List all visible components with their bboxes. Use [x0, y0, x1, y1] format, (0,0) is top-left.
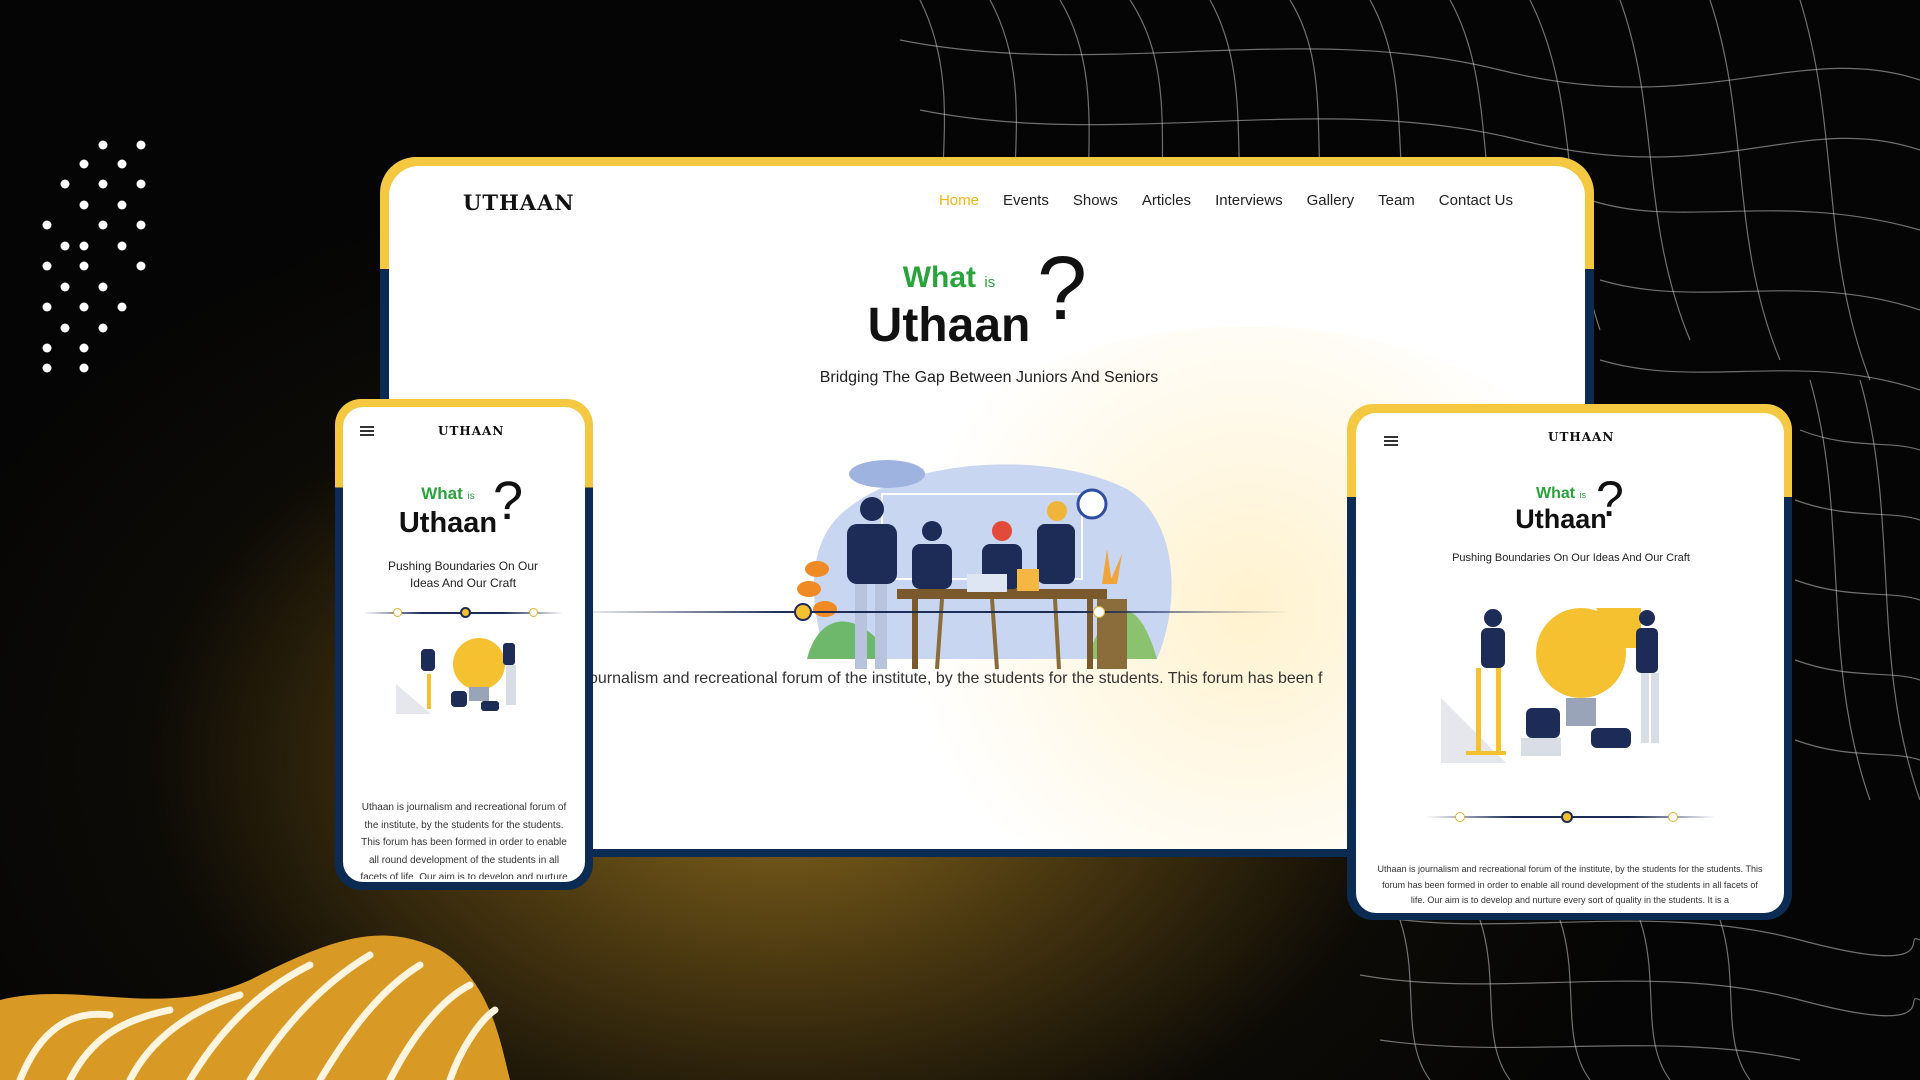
hero-tagline: Pushing Boundaries On Our Ideas And Our …: [387, 559, 539, 590]
hero-tagline: Pushing Boundaries On Our Ideas And Our …: [1452, 552, 1690, 564]
hero-tagline: Bridging The Gap Between Juniors And Sen…: [819, 369, 1159, 386]
nav-team[interactable]: Team: [1378, 192, 1415, 209]
heading-is: is: [467, 491, 475, 502]
lightbulb-illustration: [396, 638, 516, 714]
hamburger-menu-icon[interactable]: [360, 426, 374, 436]
carousel-dot[interactable]: [1668, 812, 1678, 822]
heading-what: What: [1535, 485, 1576, 502]
carousel-dot-active[interactable]: [1561, 811, 1573, 823]
nav-menu: Home Events Shows Articles Interviews Ga…: [939, 192, 1513, 209]
desktop-navbar: UTHAAN Home Events Shows Articles Interv…: [389, 166, 1585, 238]
heading-is: is: [984, 274, 996, 291]
carousel-track: [569, 611, 1289, 613]
nav-shows[interactable]: Shows: [1073, 192, 1118, 209]
heading-is: is: [1579, 490, 1587, 500]
team-illustration: [797, 460, 1172, 670]
lightbulb-illustration: [1441, 608, 1659, 763]
carousel-dot[interactable]: [1093, 606, 1105, 618]
about-paragraph: ournalism and recreational forum of the …: [589, 670, 1323, 687]
carousel-dot[interactable]: [1455, 812, 1465, 822]
hamburger-menu-icon[interactable]: [1384, 436, 1398, 446]
nav-contact-us[interactable]: Contact Us: [1439, 192, 1513, 209]
heading-what: What: [421, 484, 463, 503]
tablet-screen: UTHAAN What is Uthaan ? Pushing Boundari…: [1356, 413, 1784, 913]
nav-interviews[interactable]: Interviews: [1215, 192, 1283, 209]
phone-screen: UTHAAN What is Uthaan ? Pushing Boundari…: [343, 407, 585, 882]
carousel-dot[interactable]: [529, 608, 538, 617]
heading-question-mark: ?: [1037, 239, 1088, 339]
heading-question-mark: ?: [493, 471, 524, 531]
carousel-dot-active[interactable]: [460, 607, 471, 618]
nav-events[interactable]: Events: [1003, 192, 1049, 209]
site-logo[interactable]: UTHAAN: [463, 190, 575, 215]
about-paragraph: Uthaan is journalism and recreational fo…: [360, 802, 568, 879]
nav-home[interactable]: Home: [939, 192, 979, 209]
heading-what: What: [902, 261, 977, 294]
carousel-dot[interactable]: [393, 608, 402, 617]
site-logo[interactable]: UTHAAN: [438, 424, 504, 438]
heading-question-mark: ?: [1596, 471, 1624, 527]
about-paragraph: Uthaan is journalism and recreational fo…: [1377, 864, 1763, 905]
site-logo[interactable]: UTHAAN: [1548, 430, 1614, 444]
nav-articles[interactable]: Articles: [1142, 192, 1191, 209]
nav-gallery[interactable]: Gallery: [1307, 192, 1355, 209]
carousel-dot-active[interactable]: [794, 603, 812, 621]
